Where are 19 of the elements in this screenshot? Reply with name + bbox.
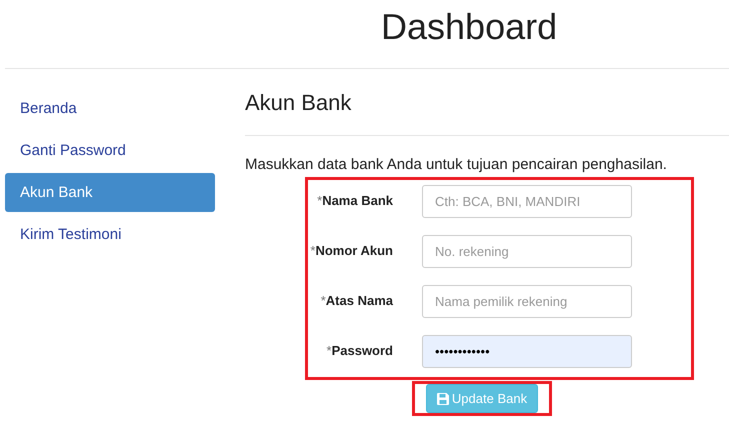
page-title: Dashboard [380, 5, 558, 49]
field-label: Atas Nama [326, 293, 393, 308]
input-field[interactable]: Cth: BCA, BNI, MANDIRI [422, 185, 632, 218]
input-field[interactable]: •••••••••••• [422, 335, 632, 368]
sidebar-item[interactable]: Kirim Testimoni [5, 215, 215, 254]
sidebar-item[interactable]: Ganti Password [5, 131, 215, 170]
input-field[interactable]: No. rekening [422, 235, 632, 268]
required-mark: * [310, 243, 316, 258]
sidebar-item[interactable]: Akun Bank [5, 173, 215, 212]
instruction-text: Masukkan data bank Anda untuk tujuan pencairan penghasilan. [245, 155, 668, 175]
field-label: Nomor Akun [315, 243, 393, 258]
field-label: Password [332, 343, 393, 358]
section-heading: Akun Bank [245, 69, 729, 136]
field-label: Nama Bank [322, 193, 393, 208]
input-field[interactable]: Nama pemilik rekening [422, 285, 632, 318]
sidebar-item[interactable]: Beranda [5, 89, 215, 128]
required-mark: * [320, 293, 326, 308]
required-mark: * [326, 343, 332, 358]
required-mark: * [317, 193, 322, 208]
